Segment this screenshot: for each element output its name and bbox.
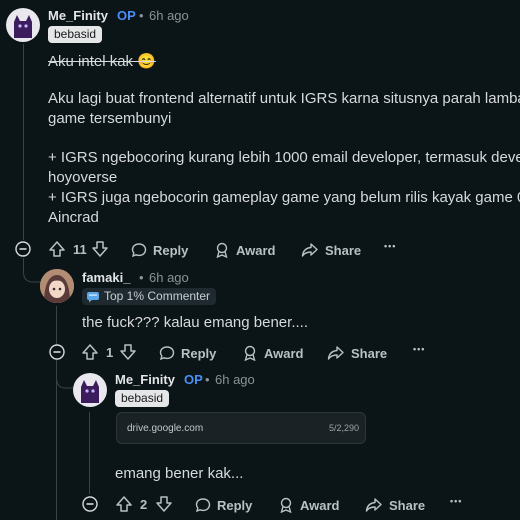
award-label: Award [236, 242, 276, 258]
avatar[interactable] [73, 373, 107, 407]
flair-label: Top 1% Commenter [104, 289, 211, 303]
award-ribbon-icon [280, 497, 292, 513]
comment-line: + IGRS juga ngebocorin gameplay game yan… [48, 189, 520, 206]
more-options-button[interactable]: ••• [384, 241, 396, 251]
minus-circle-icon[interactable] [82, 496, 98, 512]
reply-label: Reply [217, 497, 253, 513]
award-ribbon-icon [244, 345, 256, 361]
anime-girl-avatar-icon [40, 269, 74, 303]
arrow-up-icon[interactable] [81, 343, 99, 361]
avatar[interactable] [40, 269, 74, 303]
reply-label: Reply [181, 345, 217, 361]
share-button[interactable]: Share [327, 345, 387, 361]
share-label: Share [389, 497, 426, 513]
separator-dot: • [205, 372, 210, 387]
arrow-down-icon[interactable] [155, 495, 173, 513]
share-label: Share [325, 242, 362, 258]
reply-label: Reply [153, 242, 189, 258]
comment-line: Aincrad [48, 209, 99, 226]
comment-line: + IGRS ngebocoring kurang lebih 1000 ema… [48, 149, 520, 166]
purple-cat-avatar-icon [14, 15, 32, 38]
arrow-up-icon[interactable] [48, 240, 66, 258]
more-options-button[interactable]: ••• [413, 344, 425, 354]
timestamp: 6h ago [215, 372, 255, 387]
arrow-down-icon[interactable] [119, 343, 137, 361]
comment-line: game tersembunyi [48, 110, 172, 127]
share-label: Share [351, 345, 388, 361]
user-flair: bebasid [115, 390, 170, 407]
timestamp: 6h ago [149, 8, 189, 23]
award-button[interactable]: Award [214, 242, 276, 258]
thread-line-child [56, 306, 57, 520]
arrow-up-icon[interactable] [115, 495, 133, 513]
separator-dot: • [139, 270, 144, 285]
reply-button[interactable]: Reply [159, 345, 216, 361]
comment-line: Aku lagi buat frontend alternatif untuk … [48, 90, 520, 107]
arrow-down-icon[interactable] [91, 240, 109, 258]
comment-line: emang bener kak... [115, 465, 244, 482]
avatar[interactable] [6, 8, 40, 42]
top-commenter-flair: Top 1% Commenter [82, 288, 217, 305]
username[interactable]: Me_Finity [48, 8, 108, 23]
award-label: Award [264, 345, 304, 361]
more-options-button[interactable]: ••• [450, 496, 462, 506]
separator-dot: • [139, 8, 144, 23]
link-preview-card[interactable]: drive.google.com 5/2,290 [116, 412, 366, 444]
share-button[interactable]: Share [301, 242, 361, 258]
share-arrow-icon [365, 498, 382, 512]
op-badge: OP [117, 8, 136, 23]
timestamp: 6h ago [149, 270, 189, 285]
minus-circle-icon[interactable] [49, 344, 65, 360]
reply-button[interactable]: Reply [195, 497, 252, 513]
award-button[interactable]: Award [242, 345, 304, 361]
vote-count: 11 [73, 242, 87, 257]
speech-bubble-icon [195, 498, 211, 513]
strikethrough-text: Aku intel kak 😊 [48, 53, 156, 70]
link-domain: drive.google.com [127, 423, 204, 434]
op-badge: OP [184, 372, 203, 387]
comment-line: the fuck??? kalau emang bener.... [82, 314, 308, 331]
minus-circle-icon[interactable] [15, 241, 31, 257]
comment-line: hoyoverse [48, 169, 118, 186]
vote-count: 2 [140, 497, 148, 512]
award-button[interactable]: Award [278, 497, 340, 513]
reply-button[interactable]: Reply [131, 242, 188, 258]
user-flair: bebasid [48, 26, 103, 43]
share-arrow-icon [327, 346, 344, 360]
comment-badge-icon [87, 291, 99, 302]
share-button[interactable]: Share [365, 497, 425, 513]
award-ribbon-icon [216, 242, 228, 258]
share-arrow-icon [301, 243, 318, 257]
purple-cat-avatar-icon [81, 380, 99, 403]
speech-bubble-icon [159, 346, 175, 361]
link-meta: 5/2,290 [328, 423, 359, 433]
award-label: Award [300, 497, 340, 513]
thread-line-grandchild [89, 412, 90, 494]
vote-count: 1 [106, 345, 114, 360]
username[interactable]: Me_Finity [115, 372, 175, 387]
speech-bubble-icon [131, 243, 147, 258]
thread-line-root [23, 44, 24, 240]
username[interactable]: famaki_ [82, 270, 130, 285]
